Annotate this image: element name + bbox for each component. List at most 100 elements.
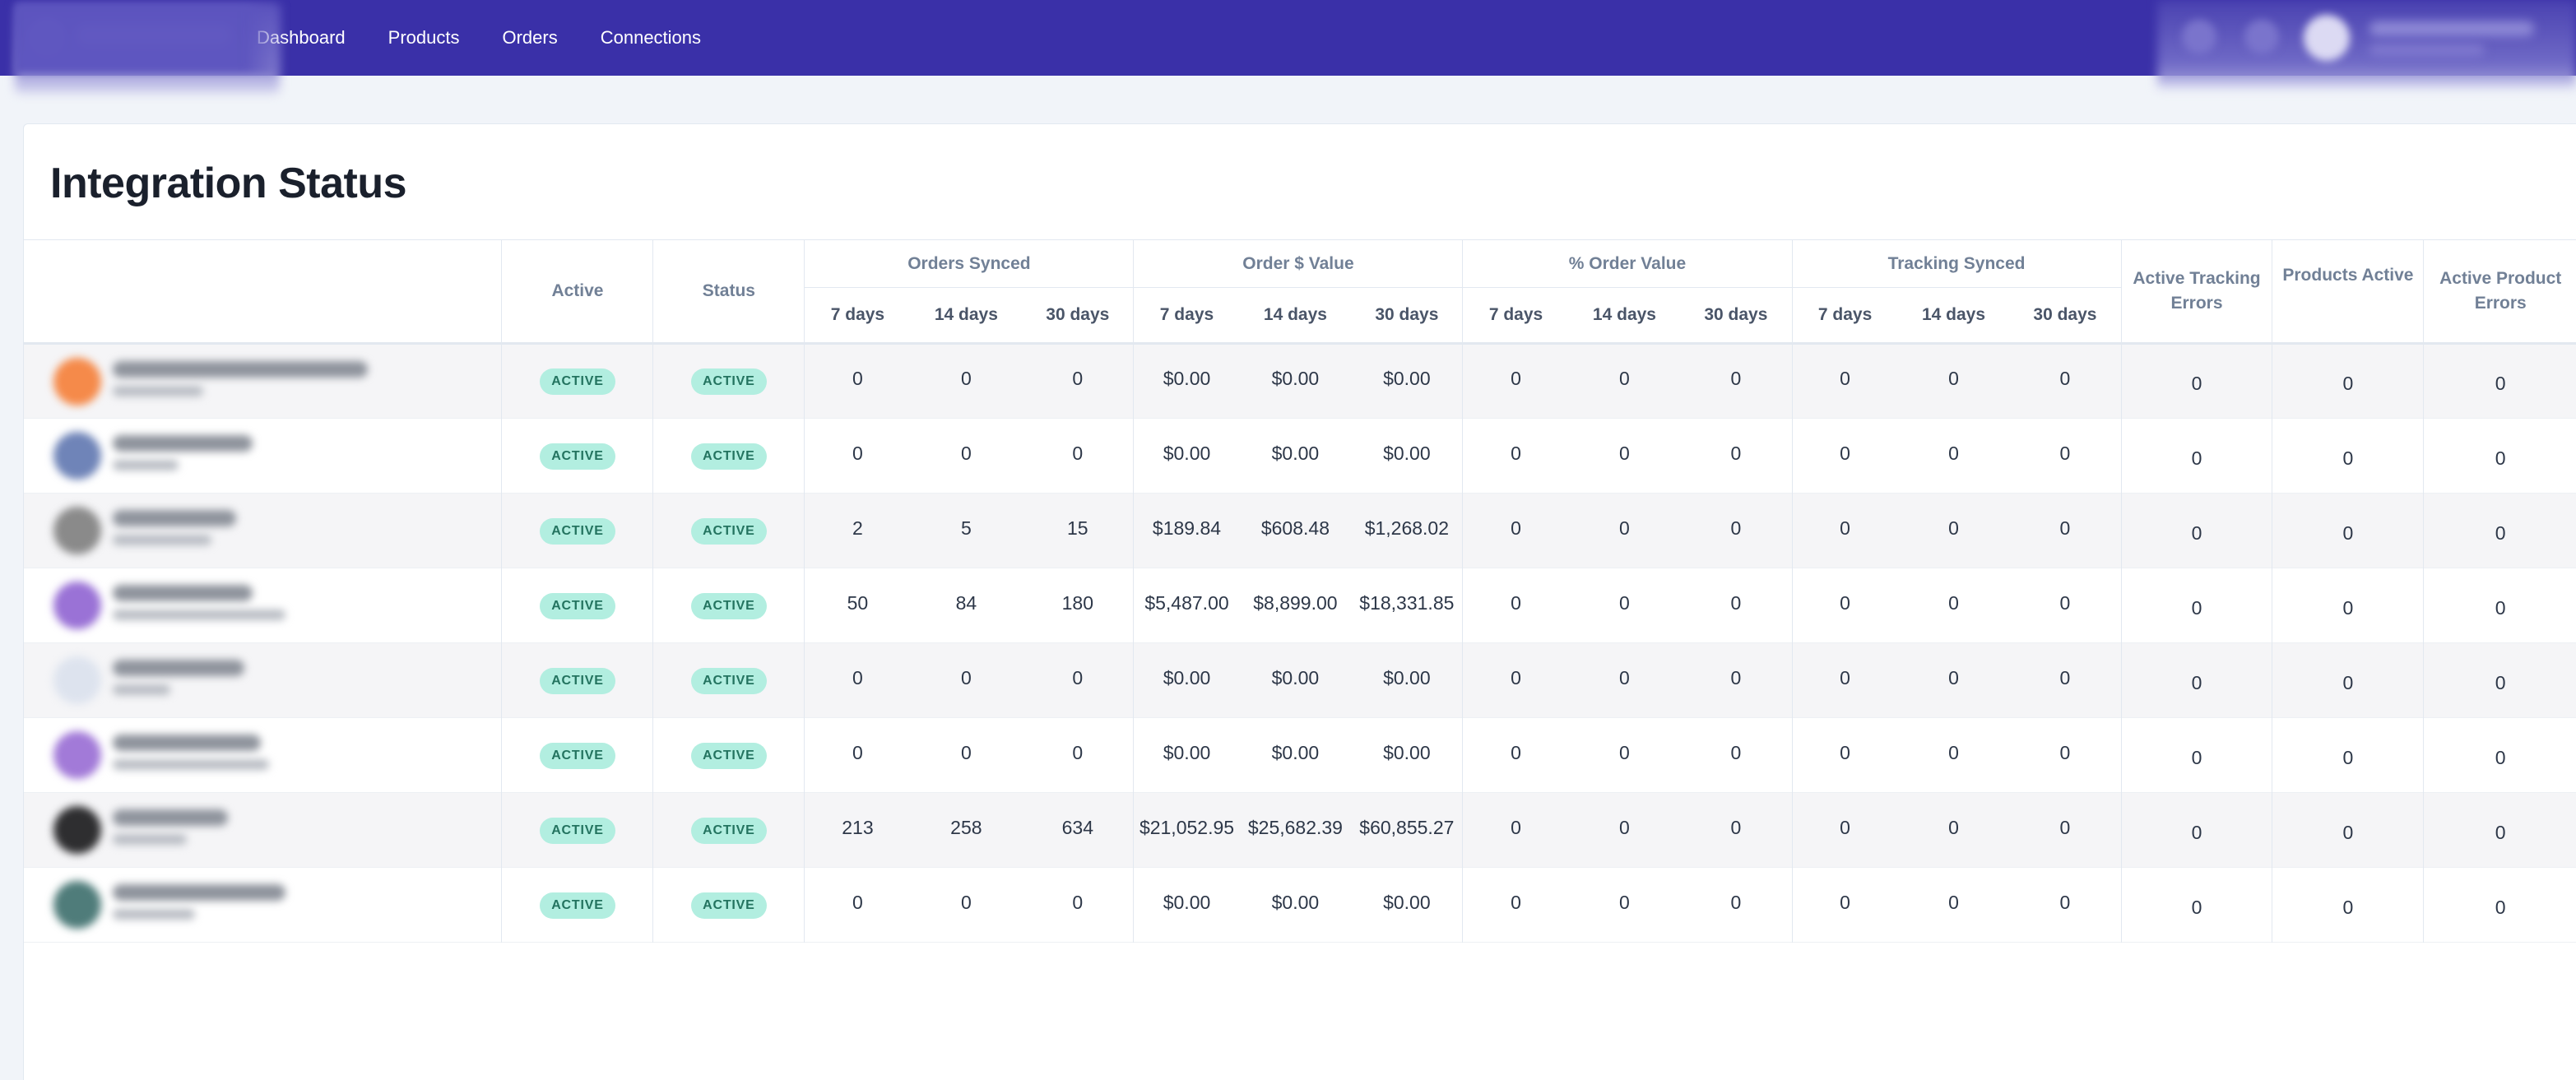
integration-name-cell[interactable] — [24, 642, 503, 718]
products-active-cell: 0 — [2272, 717, 2425, 793]
integration-name-cell[interactable] — [24, 867, 503, 943]
order-value-14d-cell: $0.00 — [1271, 741, 1320, 763]
order-value-7d-cell: $0.00 — [1163, 666, 1211, 688]
orders-synced-7d-cell: 0 — [852, 368, 863, 389]
active-badge: ACTIVE — [540, 892, 615, 919]
integration-row[interactable]: ACTIVE ACTIVE 213 258 634 $21,052.95 $25,682.3… — [24, 792, 2576, 868]
order-value-14d-cell: $0.00 — [1271, 666, 1320, 688]
integration-row[interactable]: ACTIVE ACTIVE 0 0 0 $0.00 $0.00 $0.00 0 0 0 0 0 0 0 0 0 — [24, 717, 2576, 793]
active-cell: ACTIVE — [501, 568, 654, 643]
tracking-synced-7d-cell: 0 — [1840, 442, 1850, 464]
status-cell: ACTIVE — [652, 642, 805, 718]
integration-row[interactable]: ACTIVE ACTIVE 50 84 180 $5,487.00 $8,899.00 $18… — [24, 568, 2576, 643]
active-product-errors-cell: 0 — [2495, 521, 2506, 544]
order-value-7d-cell: $0.00 — [1163, 368, 1211, 389]
integration-avatar — [53, 358, 101, 406]
settings-icon[interactable] — [2244, 20, 2279, 54]
tracking-synced-7d-cell: 0 — [1840, 368, 1850, 389]
integration-avatar — [53, 731, 101, 779]
tracking-synced-30d-cell: 0 — [2009, 568, 2122, 643]
order-value-14d-cell: $608.48 — [1260, 517, 1330, 539]
active-tracking-errors-cell: 0 — [2121, 493, 2273, 568]
tracking-synced-7d-cell: 0 — [1840, 891, 1850, 913]
tracking-30d-header[interactable]: 30 days — [2009, 287, 2122, 344]
integration-row[interactable]: ACTIVE ACTIVE 0 0 0 $0.00 $0.00 $0.00 0 0 0 0 0 0 0 0 0 — [24, 343, 2576, 419]
pct-order-value-30d-cell: 0 — [1680, 493, 1793, 568]
user-avatar[interactable] — [2304, 15, 2350, 61]
integration-name-cell[interactable] — [24, 343, 503, 419]
order-value-30d-cell: $0.00 — [1351, 867, 1464, 943]
active-tracking-errors-header[interactable]: Active Tracking Errors — [2121, 239, 2273, 344]
user-menu-area — [2157, 0, 2576, 89]
user-name[interactable] — [2369, 21, 2534, 36]
order-value-30d-cell: $1,268.02 — [1351, 493, 1464, 568]
orders-synced-14d-cell: 84 — [955, 591, 977, 614]
orders-synced-7d-cell: 0 — [852, 741, 863, 763]
pct-7d-header[interactable]: 7 days — [1462, 287, 1569, 344]
integration-rows: ACTIVE ACTIVE 0 0 0 $0.00 $0.00 $0.00 0 0 0 0 0 0 0 0 0 A… — [24, 343, 2576, 943]
orders-synced-7d-cell: 50 — [847, 591, 869, 614]
value-7d-header[interactable]: 7 days — [1133, 287, 1240, 344]
orders-synced-30d-cell: 0 — [1022, 418, 1135, 494]
nav-orders[interactable]: Orders — [502, 27, 557, 49]
status-badge: ACTIVE — [691, 667, 767, 694]
active-product-errors-header[interactable]: Active Product Errors — [2423, 239, 2576, 344]
orders-14d-header[interactable]: 14 days — [910, 287, 1023, 344]
pct-order-value-header: % Order Value — [1462, 239, 1793, 288]
order-value-7d-cell: $21,052.95 — [1139, 816, 1235, 838]
orders-synced-14d-cell: 0 — [960, 891, 972, 913]
nav-products[interactable]: Products — [388, 27, 460, 49]
status-cell: ACTIVE — [652, 343, 805, 419]
pct-order-value-14d-cell: 0 — [1619, 442, 1630, 464]
integration-name-cell[interactable] — [24, 493, 503, 568]
tracking-14d-header[interactable]: 14 days — [1897, 287, 2010, 344]
active-badge: ACTIVE — [540, 443, 615, 470]
orders-synced-14d-cell: 258 — [950, 816, 982, 838]
products-active-header[interactable]: Products Active — [2272, 239, 2425, 344]
nav-connections[interactable]: Connections — [601, 27, 701, 49]
integration-row[interactable]: ACTIVE ACTIVE 0 0 0 $0.00 $0.00 $0.00 0 0 0 0 0 0 0 0 0 — [24, 642, 2576, 718]
pct-14d-header[interactable]: 14 days — [1568, 287, 1681, 344]
pct-order-value-30d-cell: 0 — [1680, 867, 1793, 943]
orders-30d-header[interactable]: 30 days — [1022, 287, 1135, 344]
integration-avatar — [53, 582, 101, 629]
order-value-14d-cell: $25,682.39 — [1247, 816, 1343, 838]
integration-row[interactable]: ACTIVE ACTIVE 0 0 0 $0.00 $0.00 $0.00 0 0 0 0 0 0 0 0 0 — [24, 418, 2576, 494]
active-badge: ACTIVE — [540, 667, 615, 694]
products-active-cell: 0 — [2272, 642, 2425, 718]
active-cell: ACTIVE — [501, 867, 654, 943]
order-value-7d-cell: $0.00 — [1163, 442, 1211, 464]
active-tracking-errors-cell: 0 — [2121, 642, 2273, 718]
integration-row[interactable]: ACTIVE ACTIVE 0 0 0 $0.00 $0.00 $0.00 0 0 0 0 0 0 0 0 0 — [24, 867, 2576, 943]
status-header[interactable]: Status — [652, 239, 805, 344]
integration-row[interactable]: ACTIVE ACTIVE 2 5 15 $189.84 $608.48 $1,268.02 0… — [24, 493, 2576, 568]
integration-name — [113, 735, 261, 751]
order-value-7d-cell: $5,487.00 — [1144, 591, 1229, 614]
pct-order-value-30d-cell: 0 — [1680, 418, 1793, 494]
pct-order-value-30d-cell: 0 — [1680, 568, 1793, 643]
integration-name-cell[interactable] — [24, 418, 503, 494]
tracking-synced-14d-cell: 0 — [1948, 891, 1959, 913]
active-header[interactable]: Active — [501, 239, 654, 344]
value-30d-header[interactable]: 30 days — [1351, 287, 1464, 344]
orders-synced-7d-cell: 0 — [852, 666, 863, 688]
orders-synced-30d-cell: 180 — [1022, 568, 1135, 643]
active-cell: ACTIVE — [501, 717, 654, 793]
tracking-synced-30d-cell: 0 — [2009, 867, 2122, 943]
user-subtitle — [2369, 44, 2485, 56]
pct-order-value-7d-cell: 0 — [1511, 816, 1521, 838]
orders-synced-7d-cell: 0 — [852, 442, 863, 464]
products-active-cell: 0 — [2272, 568, 2425, 643]
integration-status-table: Active Status Orders Synced Order $ Valu… — [24, 239, 2576, 943]
pct-30d-header[interactable]: 30 days — [1680, 287, 1793, 344]
tracking-7d-header[interactable]: 7 days — [1792, 287, 1898, 344]
integration-name-cell[interactable] — [24, 792, 503, 868]
notifications-icon[interactable] — [2182, 20, 2216, 54]
active-tracking-errors-cell: 0 — [2121, 792, 2273, 868]
integration-name-cell[interactable] — [24, 717, 503, 793]
value-14d-header[interactable]: 14 days — [1239, 287, 1352, 344]
orders-7d-header[interactable]: 7 days — [804, 287, 911, 344]
integration-name-cell[interactable] — [24, 568, 503, 643]
integration-name — [113, 585, 253, 601]
tracking-synced-30d-cell: 0 — [2009, 418, 2122, 494]
